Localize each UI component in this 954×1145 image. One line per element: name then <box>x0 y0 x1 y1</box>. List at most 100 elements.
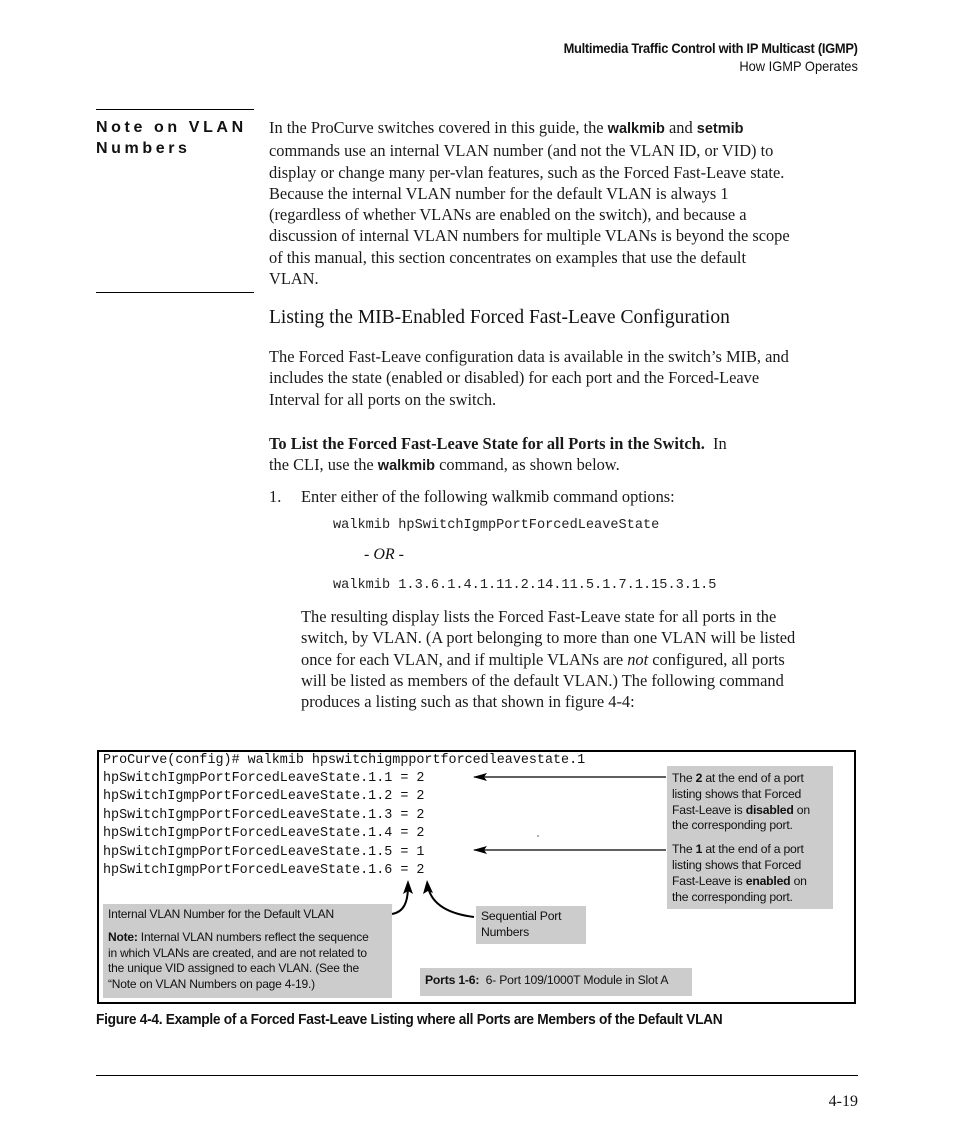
page-number: 4-19 <box>828 1093 858 1110</box>
procedure-line-1-rest: In <box>713 434 727 453</box>
text: at the end of a port <box>702 842 804 857</box>
keyword-setmib: setmib <box>696 121 744 137</box>
callout-ports-1-6: Ports 1-6: 6- Port 109/1000T Module in S… <box>420 968 692 996</box>
running-header-chapter-title: Multimedia Traffic Control with IP Multi… <box>563 40 858 56</box>
text: The <box>672 771 696 785</box>
callout-disabled: The 2 at the end of a port listing shows… <box>667 766 833 909</box>
note-line: display or change many per-vlan features… <box>269 162 869 183</box>
callout-disabled-line: The 2 at the end of a port <box>672 771 828 787</box>
text: Fast-Leave is <box>672 802 746 817</box>
procedure-line-2-post: command, as shown below. <box>435 455 620 475</box>
callout-disabled-line: the corresponding port. <box>672 818 793 833</box>
or-separator: - OR - <box>364 546 404 564</box>
callout-internal-vlan: Internal VLAN Number for the Default VLA… <box>103 904 392 998</box>
cli-output-row: hpSwitchIgmpPortForcedLeaveState.1.4 = 2 <box>103 826 425 842</box>
procedure-line-1: To List the Forced Fast-Leave State for … <box>269 433 869 454</box>
callout-sequential-ports: Sequential Port Numbers <box>476 906 586 944</box>
callout-internal-vlan-note: “Note on VLAN Numbers on page 4-19.) <box>108 977 315 992</box>
cli-output-row: hpSwitchIgmpPortForcedLeaveState.1.2 = 2 <box>103 789 425 805</box>
intro-line: The Forced Fast-Leave configuration data… <box>269 347 789 366</box>
step-number: 1. <box>269 487 282 506</box>
text: Because the internal VLAN number for the… <box>269 183 729 203</box>
text: on <box>790 873 807 888</box>
note-line: (regardless of whether VLANs are enabled… <box>269 204 869 225</box>
callout-sequential-line: Numbers <box>481 924 530 939</box>
running-header-section-title: How IGMP Operates <box>739 58 858 74</box>
result-line: once for each VLAN, and if multiple VLAN… <box>301 649 871 670</box>
cli-output-row: hpSwitchIgmpPortForcedLeaveState.1.5 = 1 <box>103 844 425 860</box>
procedure-line-2: the CLI, use the walkmib command, as sho… <box>269 454 869 477</box>
text: of this manual, this section concentrate… <box>269 247 747 267</box>
result-line: switch, by VLAN. (A port belonging to mo… <box>301 627 871 648</box>
note-heading: Note on VLAN Numbers <box>96 117 247 159</box>
callout-enabled-line: Fast-Leave is enabled on <box>672 874 828 890</box>
note-line: commands use an internal VLAN number (an… <box>269 140 869 161</box>
section-title: Listing the MIB-Enabled Forced Fast-Leav… <box>269 307 730 328</box>
text: on <box>793 802 810 817</box>
callout-internal-vlan-note: Note: Internal VLAN numbers reflect the … <box>108 930 387 946</box>
section-intro: The Forced Fast-Leave configuration data… <box>269 346 869 410</box>
text: The resulting display lists the Forced F… <box>301 607 777 626</box>
cli-output-row: hpSwitchIgmpPortForcedLeaveState.1.1 = 2 <box>103 771 425 786</box>
command-option-1: walkmib hpSwitchIgmpPortForcedLeaveState <box>333 518 660 533</box>
result-paragraph: The resulting display lists the Forced F… <box>301 606 871 712</box>
command-option-2: walkmib 1.3.6.1.4.1.11.2.14.11.5.1.7.1.1… <box>333 578 717 593</box>
text: at the end of a port <box>702 771 804 785</box>
note-line: of this manual, this section concentrate… <box>269 247 869 268</box>
emphasis: not <box>627 649 649 669</box>
figure-4-4: ProCurve(config)# walkmib hpswitchigmppo… <box>97 750 856 1004</box>
note-heading-line-2: Numbers <box>96 140 191 157</box>
note-body: In the ProCurve switches covered in this… <box>269 117 869 289</box>
callout-internal-vlan-note: in which VLANs are created, and are not … <box>108 945 367 960</box>
note-line: VLAN. <box>269 268 869 289</box>
or-label: - OR - <box>364 546 404 563</box>
step-text: Enter either of the following walkmib co… <box>301 487 675 506</box>
result-line: produces a listing such as that shown in… <box>301 691 871 712</box>
text: configured, all ports <box>648 649 785 669</box>
text: display or change many per-vlan features… <box>269 162 785 182</box>
disabled-word: disabled <box>745 802 794 817</box>
text: discussion of internal VLAN numbers for … <box>269 226 790 246</box>
note-line: Because the internal VLAN number for the… <box>269 183 869 204</box>
callout-internal-vlan-note: the unique VID assigned to each VLAN. (S… <box>108 961 359 976</box>
callout-disabled-line: listing shows that Forced <box>672 786 802 801</box>
note-label: Note: <box>108 929 138 944</box>
text: will be listed as members of the default… <box>301 670 784 690</box>
callout-enabled-line: The 1 at the end of a port <box>672 842 828 858</box>
callout-enabled-line: listing shows that Forced <box>672 857 802 872</box>
enabled-word: enabled <box>745 873 791 888</box>
callout-enabled-line: the corresponding port. <box>672 889 793 904</box>
text: and <box>664 118 697 137</box>
text: produces a listing such as that shown in… <box>301 692 635 712</box>
figure-caption: Figure 4-4. Example of a Forced Fast-Lea… <box>96 1012 723 1028</box>
text: VLAN. <box>269 269 319 289</box>
note-line: In the ProCurve switches covered in this… <box>269 117 869 140</box>
note-bottom-rule <box>96 292 254 293</box>
procedure-line-2-pre: the CLI, use the <box>269 455 378 475</box>
note-heading-line-1: Note on VLAN <box>96 119 247 136</box>
ports-label: Ports 1-6: <box>425 973 480 987</box>
text: switch, by VLAN. (A port belonging to mo… <box>301 628 796 648</box>
text: Internal VLAN numbers reflect the sequen… <box>137 929 369 944</box>
keyword-walkmib: walkmib <box>607 121 665 137</box>
note-top-rule <box>96 109 254 110</box>
footer-rule <box>96 1075 858 1076</box>
callout-disabled-line: Fast-Leave is disabled on <box>672 803 828 819</box>
cli-prompt-line: ProCurve(config)# walkmib hpswitchigmppo… <box>103 753 586 768</box>
callout-sequential-line: Sequential Port <box>481 909 562 923</box>
text: The <box>672 842 696 857</box>
text: (regardless of whether VLANs are enabled… <box>269 205 747 225</box>
ports-text: 6- Port 109/1000T Module in Slot A <box>479 973 669 987</box>
text: once for each VLAN, and if multiple VLAN… <box>301 649 628 669</box>
text: In the ProCurve switches covered in this… <box>269 118 608 137</box>
note-line: discussion of internal VLAN numbers for … <box>269 225 869 246</box>
result-line: will be listed as members of the default… <box>301 670 871 691</box>
cli-output-row: hpSwitchIgmpPortForcedLeaveState.1.6 = 2 <box>103 863 425 878</box>
walkmib-keyword: walkmib <box>377 458 436 475</box>
procedure-heading: To List the Forced Fast-Leave State for … <box>269 434 705 453</box>
text: commands use an internal VLAN number (an… <box>269 141 774 161</box>
callout-internal-vlan-title: Internal VLAN Number for the Default VLA… <box>108 907 334 921</box>
intro-line: includes the state (enabled or disabled)… <box>269 368 760 388</box>
cli-output-row: hpSwitchIgmpPortForcedLeaveState.1.3 = 2 <box>103 807 425 823</box>
procedure-paragraph: To List the Forced Fast-Leave State for … <box>269 433 869 478</box>
